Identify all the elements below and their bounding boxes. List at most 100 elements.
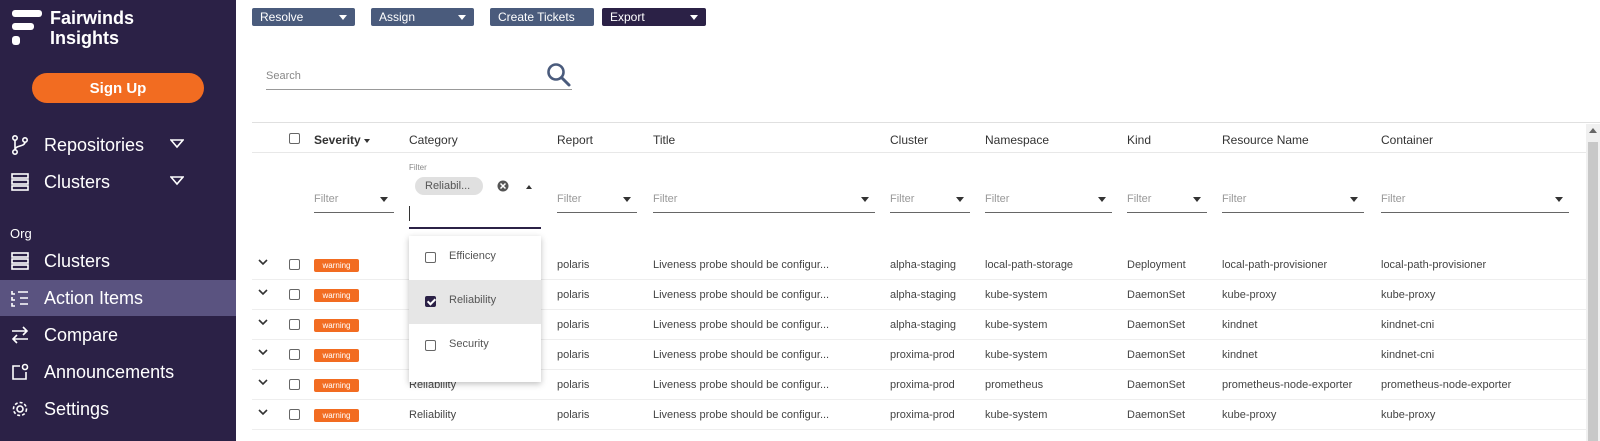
- resource-name-filter[interactable]: Filter: [1222, 190, 1364, 213]
- option-checkbox[interactable]: [425, 340, 436, 351]
- git-branch-icon: [10, 135, 30, 155]
- arrows-exchange-icon: [10, 325, 30, 345]
- export-button[interactable]: Export: [602, 8, 706, 26]
- category-option-reliability[interactable]: Reliability: [409, 280, 541, 324]
- sidebar-item-clusters[interactable]: Clusters: [0, 164, 236, 200]
- sidebar-item-action-items[interactable]: Action Items: [0, 280, 236, 316]
- column-header-cluster[interactable]: Cluster: [890, 133, 928, 147]
- row-checkbox[interactable]: [289, 349, 300, 360]
- cell-resource-name: kindnet: [1222, 319, 1258, 331]
- sidebar-item-repositories[interactable]: Repositories: [0, 127, 236, 163]
- sort-desc-icon: [363, 138, 370, 143]
- cell-title: Liveness probe should be configur...: [653, 289, 830, 301]
- cell-kind: DaemonSet: [1127, 349, 1186, 361]
- sidebar-item-org-clusters[interactable]: Clusters: [0, 243, 236, 279]
- report-filter[interactable]: Filter: [557, 190, 637, 213]
- expand-row-icon[interactable]: [258, 317, 268, 327]
- cell-namespace: kube-system: [985, 409, 1048, 421]
- row-checkbox[interactable]: [289, 289, 300, 300]
- column-header-category[interactable]: Category: [409, 133, 458, 147]
- category-filter-input[interactable]: [409, 201, 541, 229]
- chevron-down-icon[interactable]: [170, 139, 184, 149]
- server-stack-icon: [10, 251, 30, 271]
- scroll-up-arrow-icon[interactable]: [1589, 128, 1597, 133]
- fairwinds-logo-icon: [10, 8, 42, 45]
- cell-resource-name: kube-proxy: [1222, 289, 1277, 301]
- column-header-namespace[interactable]: Namespace: [985, 133, 1049, 147]
- resolve-button[interactable]: Resolve: [252, 8, 355, 26]
- column-header-kind[interactable]: Kind: [1127, 133, 1151, 147]
- category-option-security[interactable]: Security: [409, 324, 541, 368]
- title-filter[interactable]: Filter: [653, 190, 875, 213]
- container-filter[interactable]: Filter: [1381, 190, 1569, 213]
- export-label: Export: [610, 10, 645, 24]
- create-tickets-button[interactable]: Create Tickets: [490, 8, 594, 26]
- severity-badge: warning: [314, 409, 359, 422]
- severity-badge: warning: [314, 349, 359, 362]
- chevron-down-icon: [1193, 197, 1201, 202]
- category-filter-chip[interactable]: Reliabil...: [415, 177, 483, 195]
- option-checkbox[interactable]: [425, 252, 436, 263]
- expand-row-icon[interactable]: [258, 287, 268, 297]
- chevron-up-icon[interactable]: [526, 185, 532, 189]
- option-checkbox[interactable]: [425, 296, 436, 307]
- sidebar-item-label: Clusters: [44, 171, 111, 192]
- row-checkbox[interactable]: [289, 379, 300, 390]
- kind-filter[interactable]: Filter: [1127, 190, 1207, 213]
- assign-label: Assign: [379, 10, 416, 24]
- vertical-scrollbar[interactable]: [1586, 124, 1600, 441]
- column-header-resource-name[interactable]: Resource Name: [1222, 133, 1309, 147]
- severity-badge: warning: [314, 319, 359, 332]
- app-name: Fairwinds Insights: [50, 8, 135, 48]
- chevron-down-icon: [1098, 197, 1106, 202]
- cell-namespace: local-path-storage: [985, 259, 1074, 271]
- cluster-filter[interactable]: Filter: [890, 190, 970, 213]
- cell-container: prometheus-node-exporter: [1381, 379, 1512, 391]
- row-checkbox[interactable]: [289, 409, 300, 420]
- sidebar-item-announcements[interactable]: Announcements: [0, 354, 236, 390]
- header-divider: [252, 152, 1586, 153]
- category-option-efficiency[interactable]: Efficiency: [409, 236, 541, 280]
- expand-row-icon[interactable]: [258, 257, 268, 267]
- search-icon[interactable]: [546, 62, 572, 88]
- scrollbar-thumb[interactable]: [1588, 142, 1598, 441]
- cell-namespace: prometheus: [985, 379, 1044, 391]
- expand-row-icon[interactable]: [258, 377, 268, 387]
- table-row[interactable]: warning Reliability polaris Liveness probe …: [252, 400, 1586, 430]
- column-header-title[interactable]: Title: [653, 133, 675, 147]
- cell-report: polaris: [557, 319, 590, 331]
- org-section-label: Org: [10, 226, 32, 241]
- row-checkbox[interactable]: [289, 319, 300, 330]
- column-header-container[interactable]: Container: [1381, 133, 1433, 147]
- create-tickets-label: Create Tickets: [498, 10, 575, 24]
- gear-icon: [10, 399, 30, 419]
- row-checkbox[interactable]: [289, 259, 300, 270]
- assign-button[interactable]: Assign: [371, 8, 474, 26]
- namespace-filter[interactable]: Filter: [985, 190, 1112, 213]
- list-icon: [10, 288, 30, 308]
- cell-cluster: proxima-prod: [890, 349, 955, 361]
- cell-kind: Deployment: [1127, 259, 1186, 271]
- expand-row-icon[interactable]: [258, 347, 268, 357]
- column-header-severity[interactable]: Severity: [314, 133, 370, 147]
- expand-row-icon[interactable]: [258, 407, 268, 417]
- severity-badge: warning: [314, 259, 359, 272]
- search-input[interactable]: Search: [266, 62, 572, 90]
- app-logo[interactable]: Fairwinds Insights: [10, 8, 134, 48]
- sign-up-button[interactable]: Sign Up: [32, 73, 204, 103]
- cell-cluster: alpha-staging: [890, 319, 957, 331]
- sidebar-item-settings[interactable]: Settings: [0, 391, 236, 427]
- cell-resource-name: kindnet: [1222, 349, 1258, 361]
- select-all-checkbox[interactable]: [289, 133, 300, 144]
- sidebar-item-compare[interactable]: Compare: [0, 317, 236, 353]
- severity-filter[interactable]: Filter: [314, 190, 394, 213]
- cell-report: polaris: [557, 259, 590, 271]
- chevron-down-icon[interactable]: [170, 176, 184, 186]
- cell-resource-name: prometheus-node-exporter: [1222, 379, 1353, 391]
- cell-kind: DaemonSet: [1127, 409, 1186, 421]
- cell-cluster: alpha-staging: [890, 289, 957, 301]
- column-header-report[interactable]: Report: [557, 133, 593, 147]
- sidebar-item-label: Repositories: [44, 134, 145, 155]
- cell-title: Liveness probe should be configur...: [653, 379, 830, 391]
- clear-filter-icon[interactable]: [497, 180, 509, 192]
